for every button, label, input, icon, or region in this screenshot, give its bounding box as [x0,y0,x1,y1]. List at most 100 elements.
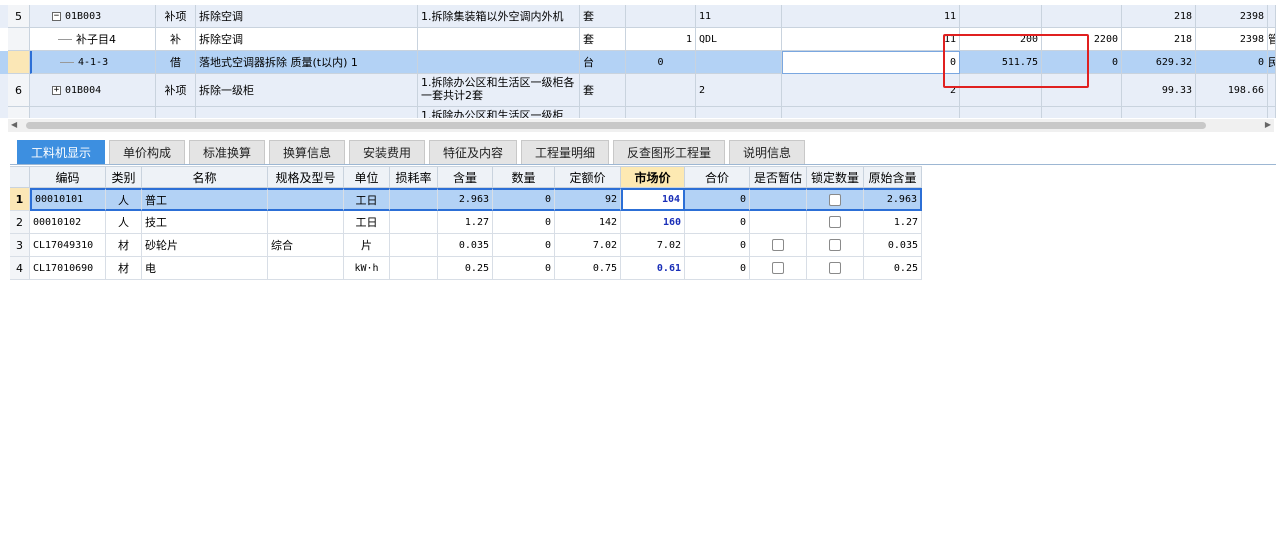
item-cell[interactable] [626,74,696,107]
material-original-content[interactable]: 0.25 [864,257,922,280]
item-total-cell[interactable] [1196,107,1268,118]
provisional-checkbox[interactable] [772,239,784,251]
tab-reverse-graphic-quantity[interactable]: 反查图形工程量 [613,140,725,164]
material-content[interactable]: 0.035 [438,234,493,257]
item-type-cell[interactable]: 补项 [156,5,196,28]
item-unit-cell[interactable]: 套 [580,5,626,28]
material-loss-rate[interactable] [390,234,438,257]
material-quantity[interactable]: 0 [493,188,555,211]
material-code[interactable]: CL17010690 [30,257,106,280]
market-price-input[interactable]: 104 [621,188,685,211]
tab-quantity-detail[interactable]: 工程量明细 [521,140,609,164]
material-base-price[interactable]: 7.02 [555,234,621,257]
item-extra-cell[interactable] [1268,74,1276,107]
item-qty-expr-cell[interactable] [696,107,782,118]
item-cell[interactable] [626,107,696,118]
tab-installation-fee[interactable]: 安装费用 [349,140,425,164]
material-unit[interactable]: 工日 [344,188,390,211]
item-qty-cell[interactable] [782,107,960,118]
market-price-cell[interactable]: 0.61 [621,257,685,280]
lock-quantity-checkbox[interactable] [829,239,841,251]
material-code[interactable]: CL17049310 [30,234,106,257]
item-name-cell[interactable]: 拆除一级柜 [196,74,418,107]
material-original-content[interactable]: 1.27 [864,211,922,234]
item-feature-cell[interactable]: 1.拆除办公区和生活区一级柜 [418,107,580,118]
material-loss-rate[interactable] [390,211,438,234]
table-row-selected[interactable]: 1 00010101 人 普工 工日 2.963 0 92 104 0 2.96… [10,188,922,211]
expand-icon[interactable]: + [52,85,61,95]
material-category[interactable]: 人 [106,211,142,234]
item-name-cell[interactable]: 拆除空调 [196,28,418,51]
item-unit-price-cell[interactable]: 629.32 [1122,51,1196,74]
item-code-cell[interactable]: +01B004 [30,74,156,107]
item-feature-cell[interactable]: 1.拆除办公区和生活区一级柜各一套共计2套 [418,74,580,107]
table-row[interactable]: 4 CL17010690 材 电 kW·h 0.25 0 0.75 0.61 0… [10,257,922,280]
material-content[interactable]: 0.25 [438,257,493,280]
col-base-price[interactable]: 定额价 [555,166,621,188]
item-unit-cell[interactable]: 台 [580,51,626,74]
item-total-cell[interactable]: 198.66 [1196,74,1268,107]
tab-description[interactable]: 说明信息 [729,140,805,164]
material-loss-rate[interactable] [390,188,438,211]
col-quantity[interactable]: 数量 [493,166,555,188]
material-total[interactable]: 0 [685,211,750,234]
item-unit-cell[interactable]: 套 [580,74,626,107]
item-qty-expr-cell[interactable]: 2 [696,74,782,107]
material-category[interactable]: 材 [106,257,142,280]
scroll-left-icon[interactable]: ◀ [11,120,17,129]
material-category[interactable]: 人 [106,188,142,211]
col-code[interactable]: 编码 [30,166,106,188]
material-name[interactable]: 电 [142,257,268,280]
item-amount-cell[interactable] [1042,107,1122,118]
item-amount-cell[interactable] [1042,5,1122,28]
item-code-cell[interactable]: 补子目4 [30,28,156,51]
item-unit-price-cell[interactable]: 218 [1122,5,1196,28]
item-price-cell[interactable] [960,107,1042,118]
scrollbar-thumb[interactable] [26,122,1206,129]
table-row[interactable]: 2 00010102 人 技工 工日 1.27 0 142 160 0 1.27 [10,211,922,234]
item-type-cell[interactable]: 补项 [156,74,196,107]
item-qty-expr-cell[interactable]: 11 [696,5,782,28]
item-extra-cell[interactable]: 民 [1268,51,1276,74]
item-qty-cell[interactable]: 11 [782,28,960,51]
item-cell[interactable]: 0 [626,51,696,74]
tab-standard-conversion[interactable]: 标准换算 [189,140,265,164]
item-name-cell[interactable] [196,107,418,118]
horizontal-scrollbar[interactable]: ◀ ▶ [8,119,1274,132]
material-total[interactable]: 0 [685,188,750,211]
lock-quantity-checkbox[interactable] [829,262,841,274]
col-unit[interactable]: 单位 [344,166,390,188]
item-name-cell[interactable]: 拆除空调 [196,5,418,28]
item-name-cell[interactable]: 落地式空调器拆除 质量(t以内) 1 [196,51,418,74]
col-category[interactable]: 类别 [106,166,142,188]
table-row[interactable]: 5 −01B003 补项 拆除空调 1.拆除集装箱以外空调内外机 套 11 11… [0,5,1276,28]
material-total[interactable]: 0 [685,257,750,280]
item-extra-cell[interactable]: 管 [1268,28,1276,51]
item-extra-cell[interactable] [1268,107,1276,118]
item-total-cell[interactable]: 2398 [1196,28,1268,51]
item-unit-cell[interactable]: 套 [580,28,626,51]
item-code-cell[interactable]: −01B003 [30,5,156,28]
item-feature-cell[interactable]: 1.拆除集装箱以外空调内外机 [418,5,580,28]
item-qty-expr-cell[interactable] [696,51,782,74]
col-lock-quantity[interactable]: 锁定数量 [807,166,864,188]
col-spec[interactable]: 规格及型号 [268,166,344,188]
lock-quantity-checkbox[interactable] [829,216,841,228]
material-loss-rate[interactable] [390,257,438,280]
table-row[interactable]: 1.拆除办公区和生活区一级柜 [0,107,1276,118]
material-name[interactable]: 砂轮片 [142,234,268,257]
material-name[interactable]: 技工 [142,211,268,234]
col-original-content[interactable]: 原始含量 [864,166,922,188]
item-type-cell[interactable]: 借 [156,51,196,74]
provisional-checkbox[interactable] [772,262,784,274]
col-name[interactable]: 名称 [142,166,268,188]
collapse-icon[interactable]: − [52,11,61,21]
material-quantity[interactable]: 0 [493,234,555,257]
material-base-price[interactable]: 0.75 [555,257,621,280]
tab-features-content[interactable]: 特征及内容 [429,140,517,164]
scroll-right-icon[interactable]: ▶ [1265,120,1271,129]
item-price-cell[interactable] [960,5,1042,28]
tab-conversion-info[interactable]: 换算信息 [269,140,345,164]
item-qty-expr-cell[interactable]: QDL [696,28,782,51]
item-unit-price-cell[interactable]: 99.33 [1122,74,1196,107]
